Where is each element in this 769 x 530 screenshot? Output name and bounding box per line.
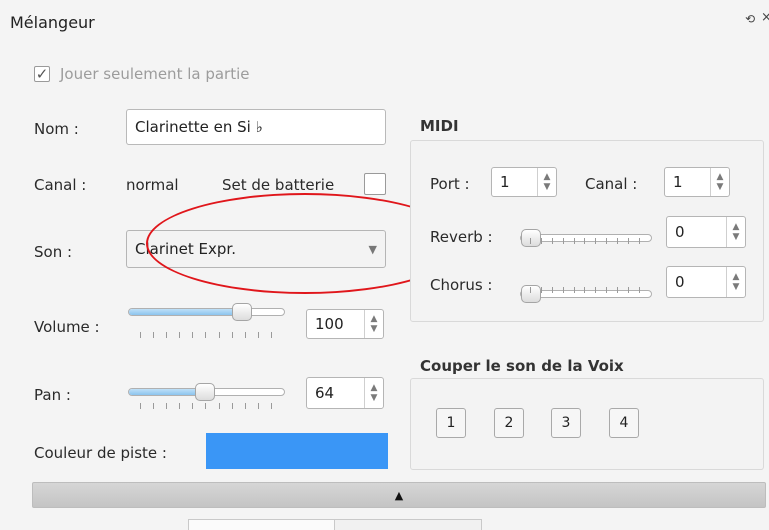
pan-value: 64 [315, 384, 335, 402]
reverb-ticks [530, 238, 640, 244]
reverb-spinbox[interactable]: 0 ▲ ▼ [666, 216, 746, 248]
pan-spinbox[interactable]: 64 ▲ ▼ [306, 377, 384, 409]
reverb-value: 0 [675, 223, 685, 241]
spin-arrows-icon[interactable]: ▲ ▼ [726, 217, 745, 247]
volume-slider-handle[interactable] [232, 303, 252, 321]
pan-slider-handle[interactable] [195, 383, 215, 401]
chorus-spinbox[interactable]: 0 ▲ ▼ [666, 266, 746, 298]
name-label: Nom : [34, 120, 79, 138]
play-part-only-checkbox[interactable]: ✓ [34, 65, 50, 83]
spin-arrows-icon[interactable]: ▲ ▼ [364, 378, 383, 408]
play-part-only-label: Jouer seulement la partie [60, 65, 250, 83]
midi-channel-label: Canal : [585, 175, 638, 193]
chorus-value: 0 [675, 273, 685, 291]
close-icon[interactable]: × [761, 10, 769, 25]
chorus-label: Chorus : [430, 276, 493, 294]
name-field[interactable]: Clarinette en Si ♭ [126, 109, 386, 145]
volume-label: Volume : [34, 318, 100, 336]
volume-ticks [140, 332, 272, 338]
track-color-swatch[interactable] [206, 433, 388, 469]
volume-slider[interactable] [128, 303, 285, 321]
pan-slider[interactable] [128, 383, 285, 401]
expand-bar[interactable]: ▲ [32, 482, 766, 508]
voice-3-button[interactable]: 3 [551, 408, 581, 438]
pan-label: Pan : [34, 386, 71, 404]
volume-slider-fill [129, 309, 247, 315]
spin-arrows-icon[interactable]: ▲ ▼ [710, 168, 729, 196]
window-title: Mélangeur [10, 13, 95, 32]
drumset-checkbox[interactable] [364, 173, 386, 195]
midi-title: MIDI [412, 117, 467, 135]
bottom-tab-2[interactable] [334, 519, 482, 530]
spin-arrows-icon[interactable]: ▲ ▼ [726, 267, 745, 297]
float-icon[interactable]: ⟲ [745, 12, 755, 26]
volume-value: 100 [315, 315, 344, 333]
sound-label: Son : [34, 243, 73, 261]
voice-2-button[interactable]: 2 [494, 408, 524, 438]
midi-channel-value: 1 [673, 173, 683, 191]
chorus-ticks [530, 287, 640, 293]
spin-arrows-icon[interactable]: ▲ ▼ [537, 168, 556, 196]
drumset-label: Set de batterie [222, 176, 335, 194]
track-color-label: Couleur de piste : [34, 444, 167, 462]
pan-ticks [140, 403, 272, 409]
bottom-tab-1[interactable] [188, 519, 336, 530]
voice-4-button[interactable]: 4 [609, 408, 639, 438]
volume-spinbox[interactable]: 100 ▲ ▼ [306, 309, 384, 339]
spin-arrows-icon[interactable]: ▲ ▼ [364, 310, 383, 338]
port-label: Port : [430, 175, 470, 193]
channel-value: normal [126, 176, 179, 194]
channel-label: Canal : [34, 176, 87, 194]
voice-1-button[interactable]: 1 [436, 408, 466, 438]
port-value: 1 [500, 173, 510, 191]
chevron-up-icon: ▲ [394, 488, 404, 502]
midi-channel-spinbox[interactable]: 1 ▲ ▼ [664, 167, 730, 197]
mute-voice-title: Couper le son de la Voix [412, 357, 632, 375]
name-value: Clarinette en Si ♭ [135, 118, 263, 136]
port-spinbox[interactable]: 1 ▲ ▼ [491, 167, 557, 197]
reverb-label: Reverb : [430, 228, 493, 246]
